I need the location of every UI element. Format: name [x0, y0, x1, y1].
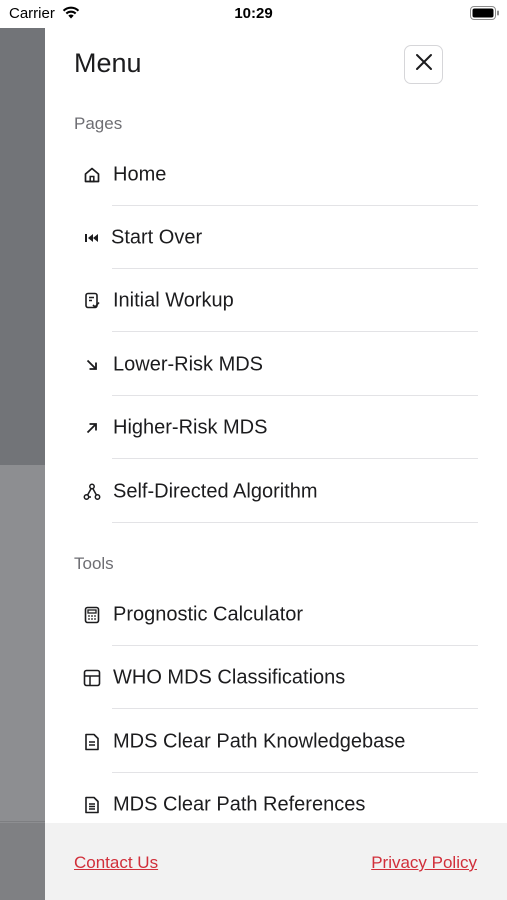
clock: 10:29 [234, 5, 273, 22]
menu-item-label: MDS Clear Path References [113, 793, 366, 815]
menu-item-self-directed-algorithm[interactable]: Self-Directed Algorithm [81, 460, 478, 523]
divider [112, 708, 478, 709]
close-button[interactable] [404, 45, 443, 84]
menu-item-label: Self-Directed Algorithm [113, 480, 318, 502]
menu-item-label: Initial Workup [113, 289, 234, 311]
document-lines-icon [81, 794, 103, 816]
status-bar: Carrier 10:29 [0, 0, 507, 28]
menu-item-label: MDS Clear Path Knowledgebase [113, 730, 406, 752]
contact-us-link[interactable]: Contact Us [74, 853, 158, 873]
network-nodes-icon [81, 481, 103, 503]
menu-item-label: WHO MDS Classifications [113, 666, 346, 688]
table-grid-icon [81, 667, 103, 689]
side-menu-drawer: Menu Pages Home Start Over Initial Worku… [45, 0, 507, 900]
menu-item-who-mds-classifications[interactable]: WHO MDS Classifications [81, 646, 478, 709]
calculator-icon [81, 604, 103, 626]
clipboard-check-icon [81, 290, 103, 312]
menu-item-lower-risk-mds[interactable]: Lower-Risk MDS [81, 333, 478, 396]
menu-item-initial-workup[interactable]: Initial Workup [81, 269, 478, 332]
menu-item-label: Lower-Risk MDS [113, 353, 264, 375]
divider [112, 458, 478, 459]
arrow-down-right-icon [81, 354, 103, 376]
document-icon [81, 731, 103, 753]
background-divider [0, 821, 45, 822]
menu-item-label: Prognostic Calculator [113, 603, 304, 625]
drawer-footer: Contact Us Privacy Policy [45, 823, 507, 900]
menu-item-start-over[interactable]: Start Over [81, 206, 478, 269]
arrow-up-right-icon [81, 417, 103, 439]
close-icon [415, 53, 433, 76]
menu-item-label: Home [113, 163, 167, 185]
background-overlay-middle[interactable] [0, 465, 45, 823]
background-overlay-bottom[interactable] [0, 823, 45, 900]
menu-item-label: Higher-Risk MDS [113, 416, 268, 438]
privacy-policy-link[interactable]: Privacy Policy [371, 853, 477, 873]
rewind-icon [81, 227, 103, 249]
section-label-tools: Tools [74, 554, 114, 573]
section-label-pages: Pages [74, 114, 123, 133]
menu-title: Menu [74, 48, 142, 78]
menu-item-prognostic-calculator[interactable]: Prognostic Calculator [81, 583, 478, 646]
menu-item-label: Start Over [111, 226, 203, 248]
battery-icon [470, 6, 500, 26]
menu-item-higher-risk-mds[interactable]: Higher-Risk MDS [81, 396, 478, 459]
menu-item-knowledgebase[interactable]: MDS Clear Path Knowledgebase [81, 710, 478, 773]
home-icon [81, 164, 103, 186]
menu-item-home[interactable]: Home [81, 143, 478, 206]
background-overlay-top[interactable] [0, 0, 45, 465]
divider [112, 331, 478, 332]
divider [112, 522, 478, 523]
